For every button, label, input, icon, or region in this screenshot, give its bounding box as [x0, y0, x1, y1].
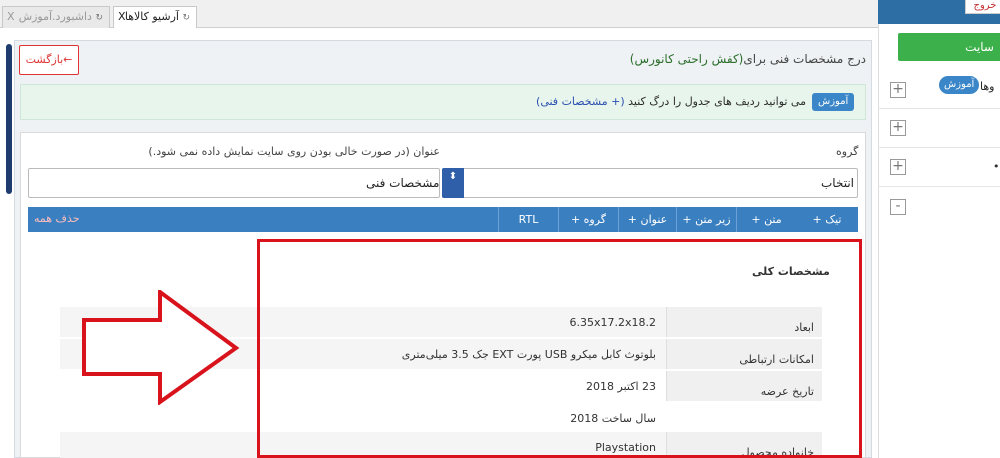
product-name: (کفش راحتی کانورس): [629, 52, 744, 66]
refresh-icon[interactable]: ↻: [182, 13, 190, 23]
tab-label: آرشیو کالاها: [124, 10, 179, 23]
add-text-button[interactable]: + متن: [736, 207, 796, 232]
add-title-button[interactable]: + عنوان: [618, 207, 676, 232]
info-text-link: (+ مشخصات فنی): [536, 95, 625, 108]
info-text: می توانید ردیف های جدول را درگ کنید (+ م…: [536, 95, 806, 108]
group-label: گروه: [836, 145, 859, 158]
divider: [878, 147, 1000, 148]
title-input-value: مشخصات فنی: [366, 176, 440, 190]
divider: [878, 108, 1000, 109]
info-text-main: می توانید ردیف های جدول را درگ کنید: [628, 95, 806, 108]
tab-product-archive[interactable]: X ↻ آرشیو کالاها: [113, 6, 197, 28]
table-toolbar: + تیک + متن + زیر متن + عنوان + گروه RTL: [28, 207, 858, 232]
tab-dashboard[interactable]: X ↻ داشبورد.آموزش: [2, 6, 110, 28]
logout-button[interactable]: خروج: [965, 0, 1000, 14]
site-button[interactable]: سایت: [898, 33, 1000, 61]
title-label: عنوان (در صورت خالی بودن روی سایت نمایش …: [148, 145, 440, 158]
rtl-button[interactable]: RTL: [498, 207, 558, 232]
add-tick-button[interactable]: + تیک: [796, 207, 858, 232]
tab-label: داشبورد.آموزش: [18, 10, 92, 23]
delete-all-button[interactable]: حذف همه: [34, 212, 80, 225]
select-arrow-icon[interactable]: ⬍: [442, 168, 464, 198]
sidebar-item-label[interactable]: وها: [980, 80, 994, 93]
tutorial-badge[interactable]: آموزش: [812, 93, 855, 111]
close-icon[interactable]: X: [7, 7, 15, 27]
sidebar-bullet: •: [993, 160, 1000, 173]
collapse-icon[interactable]: -: [890, 199, 906, 215]
page-title: درج مشخصات فنی برای(کفش راحتی کانورس): [630, 52, 866, 66]
expand-icon[interactable]: +: [890, 82, 906, 98]
add-group-button[interactable]: + گروه: [558, 207, 618, 232]
sidebar: [878, 0, 1000, 458]
sidebar-badge: آموزش: [939, 76, 980, 94]
divider: [878, 186, 1000, 187]
title-prefix: درج مشخصات فنی برای: [743, 52, 866, 66]
close-icon[interactable]: X: [118, 7, 126, 27]
right-arrow-icon: [82, 290, 240, 405]
scrollbar[interactable]: [6, 44, 12, 194]
expand-icon[interactable]: +: [890, 120, 906, 136]
expand-icon[interactable]: +: [890, 159, 906, 175]
back-button[interactable]: بازگشت←: [19, 45, 79, 75]
refresh-icon[interactable]: ↻: [95, 13, 103, 23]
highlight-box: [257, 239, 862, 458]
group-select-value: انتخاب: [821, 176, 854, 190]
group-select[interactable]: [442, 168, 858, 198]
add-subtext-button[interactable]: + زیر متن: [676, 207, 736, 232]
